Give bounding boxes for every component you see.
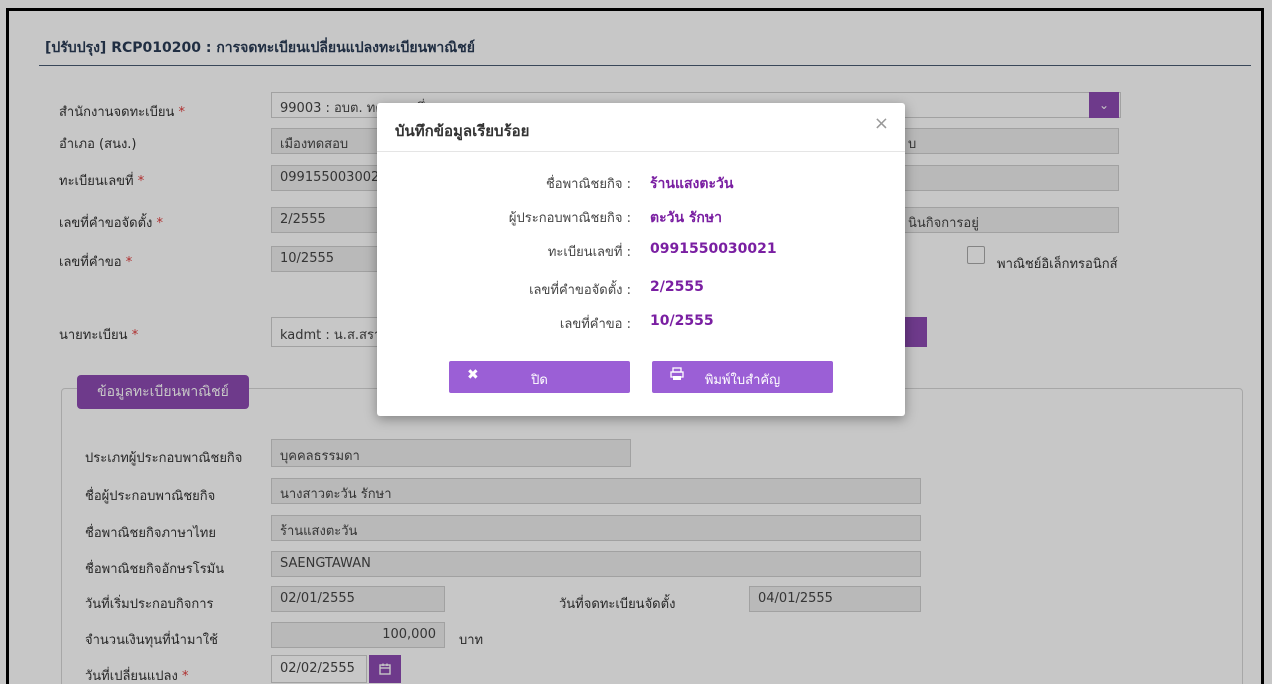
- dialog-row-value: 10/2555: [650, 313, 714, 329]
- dialog-row: ผู้ประกอบพาณิชยกิจ : ตะวัน รักษา: [377, 207, 905, 229]
- dialog-row-label: ชื่อพาณิชยกิจ :: [545, 177, 631, 192]
- dialog-row-label: เลขที่คำขอ :: [559, 317, 631, 332]
- dialog-row-value: 0991550030021: [650, 241, 777, 257]
- dialog-row-value: ร้านแสงตะวัน: [650, 176, 734, 192]
- close-icon[interactable]: ×: [874, 113, 889, 134]
- save-success-dialog: บันทึกข้อมูลเรียบร้อย × ชื่อพาณิชยกิจ : …: [377, 103, 905, 416]
- dialog-title: บันทึกข้อมูลเรียบร้อย: [395, 122, 530, 140]
- dialog-row-value: 2/2555: [650, 279, 704, 295]
- dialog-row-label: ผู้ประกอบพาณิชยกิจ :: [508, 211, 631, 226]
- close-button[interactable]: ✖ ปิด: [449, 361, 630, 393]
- dialog-row-label: เลขที่คำขอจัดตั้ง :: [529, 283, 631, 298]
- dialog-row-label: ทะเบียนเลขที่ :: [547, 245, 631, 260]
- dialog-row: ทะเบียนเลขที่ : 0991550030021: [377, 241, 905, 263]
- dialog-row: เลขที่คำขอ : 10/2555: [377, 313, 905, 335]
- dialog-divider: [377, 151, 905, 152]
- dialog-row-value: ตะวัน รักษา: [650, 210, 723, 226]
- print-certificate-button[interactable]: พิมพ์ใบสำคัญ: [652, 361, 833, 393]
- dialog-row: เลขที่คำขอจัดตั้ง : 2/2555: [377, 279, 905, 301]
- dialog-row: ชื่อพาณิชยกิจ : ร้านแสงตะวัน: [377, 173, 905, 195]
